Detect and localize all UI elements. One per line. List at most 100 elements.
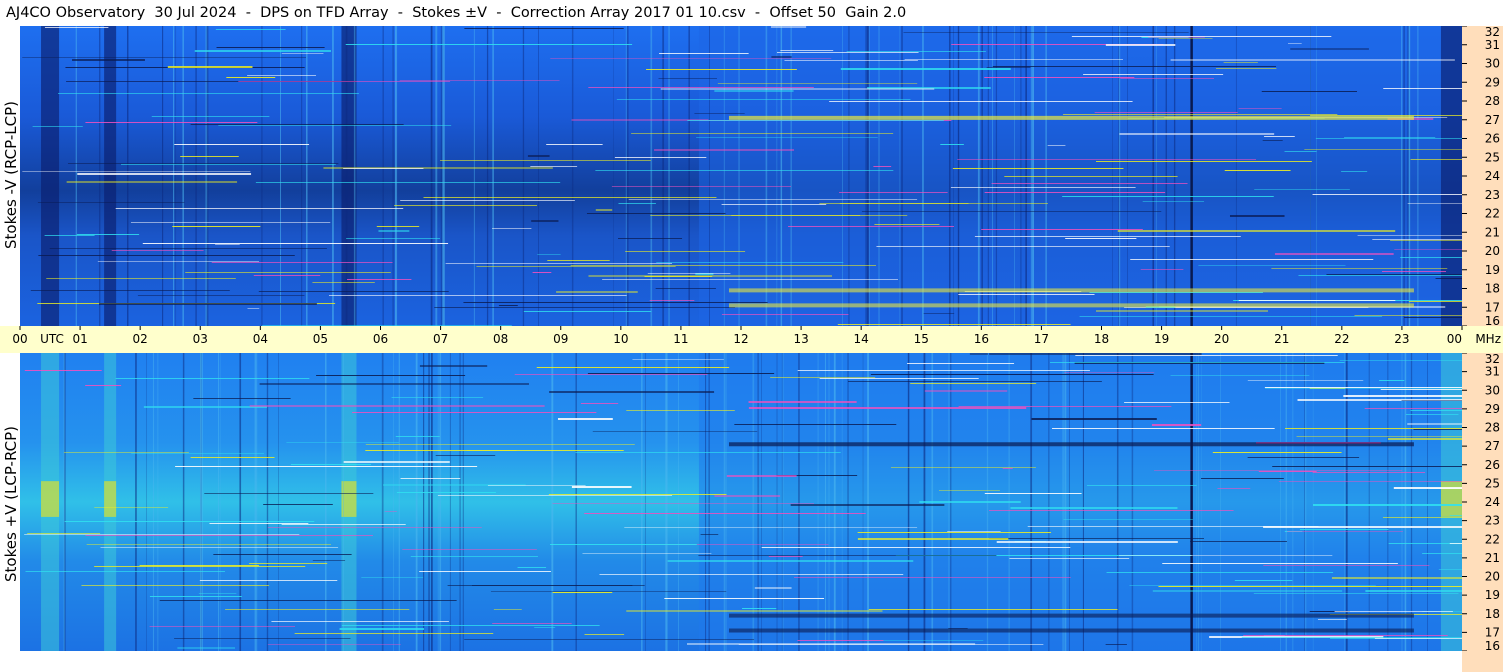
horizontal-line (1152, 590, 1343, 592)
horizontal-line (271, 621, 449, 622)
horizontal-line (873, 166, 892, 167)
horizontal-line (587, 373, 775, 374)
horizontal-line (384, 511, 397, 512)
horizontal-line (290, 464, 371, 465)
horizontal-line (1344, 137, 1436, 138)
horizontal-line (440, 160, 651, 161)
horizontal-line (247, 308, 260, 309)
time-tick-label: 17 (1034, 332, 1049, 346)
horizontal-line (464, 639, 755, 640)
horizontal-line (1106, 572, 1334, 573)
horizontal-line (1274, 253, 1394, 255)
time-tick-label: 07 (433, 332, 448, 346)
horizontal-line (837, 324, 1071, 325)
y-axis-label-bottom: Stokes +V (LCP-RCP) (2, 426, 20, 582)
horizontal-line (419, 365, 488, 367)
horizontal-line (347, 279, 412, 280)
horizontal-line (1341, 171, 1368, 172)
horizontal-line (584, 513, 866, 514)
horizontal-line (142, 243, 449, 244)
horizontal-line (498, 305, 518, 306)
horizontal-line (614, 157, 707, 158)
horizontal-line (1075, 355, 1338, 356)
frequency-tick-label: 19 (1485, 263, 1500, 277)
horizontal-line (175, 466, 478, 467)
horizontal-line (57, 93, 359, 94)
horizontal-line (1212, 452, 1342, 453)
horizontal-line (434, 307, 736, 308)
time-tick-label: 23 (1394, 332, 1409, 346)
horizontal-line (1400, 257, 1462, 258)
horizontal-line (1241, 637, 1462, 638)
horizontal-line (263, 504, 333, 505)
horizontal-line (1312, 504, 1462, 506)
time-tick-label: 11 (673, 332, 688, 346)
horizontal-line (100, 547, 339, 548)
horizontal-line (664, 598, 825, 599)
horizontal-line (1410, 159, 1462, 160)
interference-band (104, 26, 117, 326)
horizontal-line (94, 507, 169, 508)
horizontal-line (1229, 215, 1285, 217)
horizontal-line (253, 275, 321, 276)
horizontal-line (958, 406, 1172, 407)
horizontal-line (346, 238, 440, 239)
horizontal-line (717, 83, 918, 84)
frequency-tick-label: 27 (1485, 113, 1500, 127)
horizontal-line (32, 126, 83, 127)
horizontal-line (130, 222, 331, 223)
horizontal-line (167, 66, 253, 68)
horizontal-line (343, 168, 424, 169)
horizontal-line (46, 278, 236, 279)
frequency-tick-label: 26 (1485, 458, 1500, 472)
horizontal-line (1129, 585, 1376, 586)
horizontal-line (1287, 531, 1403, 532)
frequency-tick-label: 27 (1485, 439, 1500, 453)
horizontal-line (537, 254, 561, 255)
horizontal-line (650, 215, 861, 216)
emission-band (728, 442, 1414, 447)
horizontal-line (904, 59, 1123, 60)
horizontal-line (1312, 194, 1462, 195)
frequency-tick-label: 16 (1485, 314, 1500, 326)
frequency-tick-label: 19 (1485, 588, 1500, 602)
horizontal-line (86, 544, 332, 545)
horizontal-line (1315, 138, 1462, 139)
horizontal-line (857, 532, 1052, 533)
horizontal-line (312, 282, 375, 283)
horizontal-line (1105, 644, 1127, 645)
horizontal-line (1388, 438, 1462, 440)
horizontal-line (580, 403, 619, 404)
horizontal-line (44, 27, 109, 28)
horizontal-line (476, 266, 676, 267)
horizontal-line (1343, 395, 1462, 397)
horizontal-line (696, 137, 878, 138)
horizontal-line (115, 378, 310, 379)
horizontal-line (952, 168, 1124, 169)
time-tick-label: 16 (974, 332, 989, 346)
horizontal-line (687, 120, 944, 121)
horizontal-line (1047, 145, 1066, 146)
horizontal-line (874, 224, 940, 225)
horizontal-line (527, 155, 550, 157)
horizontal-line (1247, 380, 1364, 381)
horizontal-line (149, 626, 296, 627)
horizontal-line (419, 571, 551, 572)
horizontal-line (211, 262, 393, 263)
horizontal-line (655, 288, 716, 289)
horizontal-line (768, 556, 803, 557)
frequency-tick-label: 32 (1485, 26, 1500, 39)
horizontal-line (1130, 259, 1374, 260)
horizontal-line (487, 485, 586, 486)
horizontal-line (286, 442, 400, 443)
horizontal-line (552, 503, 815, 504)
frequency-tick-label: 16 (1485, 639, 1500, 651)
horizontal-line (1079, 316, 1383, 317)
horizontal-line (658, 78, 717, 79)
time-tick-label: 19 (1154, 332, 1169, 346)
horizontal-line (618, 238, 683, 239)
horizontal-line (861, 211, 1162, 212)
horizontal-line (316, 375, 466, 376)
time-tick-label: 00 (1447, 332, 1462, 346)
horizontal-line (1298, 275, 1462, 276)
